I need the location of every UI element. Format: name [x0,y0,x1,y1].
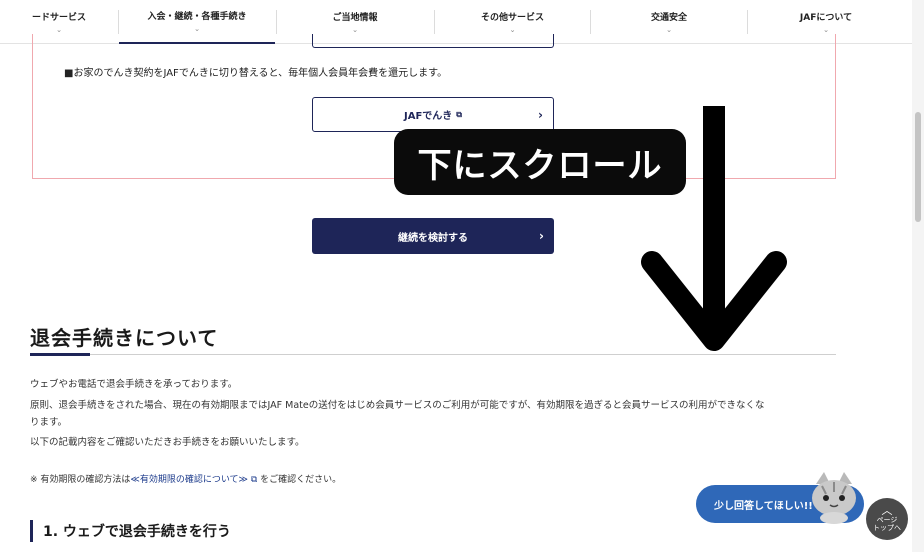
chevron-down-icon: ⌄ [509,26,516,34]
expiry-check-link[interactable]: ≪有効期限の確認について≫ [130,475,248,485]
note-prefix: ※ 有効期限の確認方法は [30,475,131,485]
chevron-right-icon: › [539,229,544,243]
scrollbar[interactable] [912,0,924,552]
note-suffix: をご確認ください。 [260,475,342,485]
nav-item-label: 入会・継続・各種手続き [147,12,247,22]
page-top-line2: トップへ [873,524,901,533]
nav-item-label: ご当地情報 [332,13,378,23]
chevron-down-icon: ⌄ [823,26,829,34]
jaf-denki-button[interactable]: JAFでんき ⧉ › [312,97,554,132]
step-heading: 1. ウェブで退会手続きを行う [30,520,231,542]
body-paragraph: ウェブやお電話で退会手続きを承っております。 [30,379,238,390]
chevron-down-icon: ⌄ [666,26,672,34]
down-arrow-icon [641,106,787,351]
body-paragraph: 原則、退会手続きをされた場合、現在の有効期限まではJAF Mateの送付をはじめ… [30,400,765,411]
nav-item-label: JAFについて [799,13,853,23]
chevron-right-icon: › [538,107,543,122]
external-link-icon: ⧉ [456,109,462,119]
jaf-denki-label: JAFでんき [403,111,453,122]
continue-consider-label: 継続を検討する [398,232,468,244]
scrollbar-thumb[interactable] [915,112,921,222]
body-paragraph: ります。 [30,417,68,428]
section-title: 退会手続きについて [30,326,219,350]
promo-text: ■お家のでんき契約をJAFでんきに切り替えると、毎年個人会員年会費を還元します。 [64,68,448,79]
chevron-down-icon: ⌄ [352,26,358,34]
body-paragraph: 以下の記載内容をご確認いただきお手続きをお願いいたします。 [30,437,305,448]
page-top-button[interactable]: ︿ ページ トップへ [866,498,908,540]
title-accent-bar [30,353,90,356]
chevron-down-icon: ⌄ [194,25,200,33]
chevron-down-icon: ⌄ [56,26,62,34]
nav-item-label: 交通安全 [650,13,687,23]
nav-item-label: ードサービス [31,13,86,23]
feedback-label: 少し回答してほしい!! [714,500,813,512]
external-link-icon: ⧉ [247,475,261,485]
previous-link-button[interactable] [312,34,554,48]
nav-item-label: その他サービス [480,13,544,23]
cat-mascot-icon [812,472,856,524]
expiry-note: ※ 有効期限の確認方法は≪有効期限の確認について≫ ⧉ をご確認ください。 [30,472,341,485]
continue-consider-button[interactable]: 継続を検討する › [312,218,554,254]
